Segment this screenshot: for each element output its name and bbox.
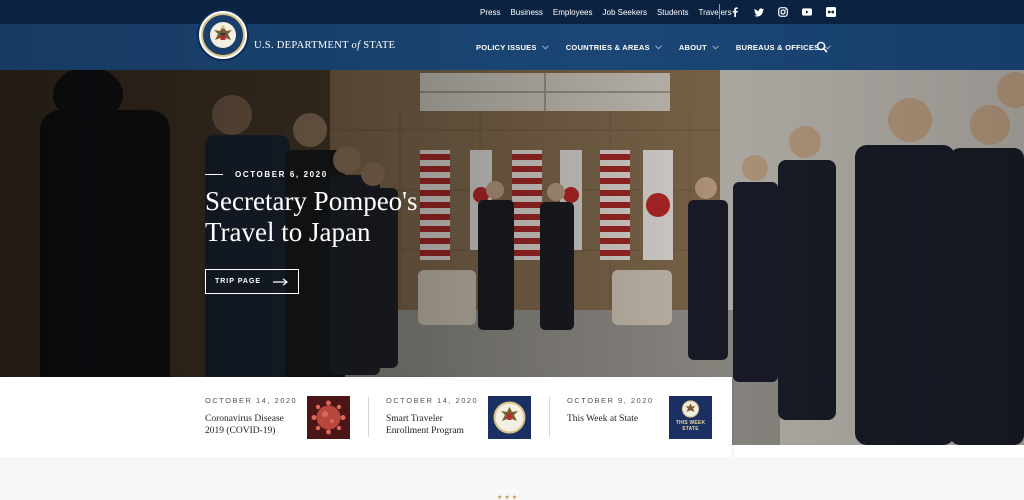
this-week-thumb-text: THIS WEEK STATE [675, 420, 706, 432]
state-seal-thumbnail[interactable] [488, 396, 531, 439]
news-title[interactable]: Coronavirus Disease 2019 (COVID-19) [205, 413, 297, 437]
brand-text-post: STATE [360, 40, 396, 51]
utility-bar: Press Business Employees Job Seekers Stu… [0, 0, 1024, 24]
news-date: OCTOBER 9, 2020 [567, 396, 654, 405]
eagle-seal-icon [201, 13, 245, 57]
site-brand[interactable]: U.S. DEPARTMENT of STATE [254, 40, 395, 51]
trip-page-label: TRIP PAGE [214, 278, 262, 285]
trip-page-button[interactable]: TRIP PAGE [205, 269, 299, 294]
news-divider [368, 397, 369, 437]
news-title[interactable]: This Week at State [567, 413, 659, 425]
nav-label: POLICY ISSUES [476, 42, 537, 52]
nav-label: BUREAUS & OFFICES [735, 42, 820, 52]
main-nav: POLICY ISSUES COUNTRIES & AREAS ABOUT BU… [476, 24, 848, 70]
chevron-down-icon [654, 44, 662, 50]
news-date: OCTOBER 14, 2020 [386, 396, 479, 405]
covid-virus-thumbnail[interactable] [307, 396, 350, 439]
search-button[interactable] [816, 40, 830, 54]
hero-date: OCTOBER 6, 2020 [205, 170, 328, 179]
news-title[interactable]: Smart Traveler Enrollment Program [386, 413, 478, 437]
chevron-down-icon [711, 44, 719, 50]
util-link-employees[interactable]: Employees [553, 8, 593, 17]
util-link-business[interactable]: Business [510, 8, 542, 17]
news-card-this-week[interactable]: OCTOBER 9, 2020 This Week at State THIS … [567, 377, 717, 457]
hero-title[interactable]: Secretary Pompeo's Travel to Japan [205, 186, 465, 248]
news-divider [549, 397, 550, 437]
social-links [730, 0, 836, 24]
nav-countries-areas[interactable]: COUNTRIES & AREAS [566, 43, 662, 52]
flickr-icon[interactable] [826, 7, 836, 17]
instagram-icon[interactable] [778, 7, 788, 17]
nav-label: ABOUT [678, 42, 707, 52]
facebook-icon[interactable] [730, 7, 740, 17]
util-link-press[interactable]: Press [480, 8, 500, 17]
util-link-travelers[interactable]: Travelers [699, 8, 732, 17]
state-department-seal[interactable] [197, 9, 249, 61]
utility-links: Press Business Employees Job Seekers Stu… [480, 0, 742, 24]
nav-label: COUNTRIES & AREAS [565, 42, 650, 52]
util-link-job-seekers[interactable]: Job Seekers [603, 8, 647, 17]
hero-date-text: OCTOBER 6, 2020 [235, 170, 328, 179]
chevron-down-icon [541, 44, 549, 50]
arrow-right-icon [273, 277, 289, 286]
brand-text-pre: U.S. DEPARTMENT [254, 40, 352, 51]
brand-text-of: of [351, 40, 361, 51]
util-link-students[interactable]: Students [657, 8, 689, 17]
news-date: OCTOBER 14, 2020 [205, 396, 298, 405]
featured-news-strip: OCTOBER 14, 2020 Coronavirus Disease 201… [0, 377, 732, 457]
youtube-icon[interactable] [802, 7, 812, 17]
stars-ornament-icon: ★★★ [497, 495, 520, 500]
search-icon [816, 41, 828, 53]
hero-date-rule [205, 174, 223, 175]
this-week-thumbnail[interactable]: THIS WEEK STATE [669, 396, 712, 439]
news-card-covid[interactable]: OCTOBER 14, 2020 Coronavirus Disease 201… [205, 377, 355, 457]
twitter-icon[interactable] [754, 7, 764, 17]
utility-divider [719, 4, 720, 19]
nav-policy-issues[interactable]: POLICY ISSUES [476, 43, 549, 52]
nav-about[interactable]: ABOUT [679, 43, 719, 52]
news-card-step[interactable]: OCTOBER 14, 2020 Smart Traveler Enrollme… [386, 377, 536, 457]
